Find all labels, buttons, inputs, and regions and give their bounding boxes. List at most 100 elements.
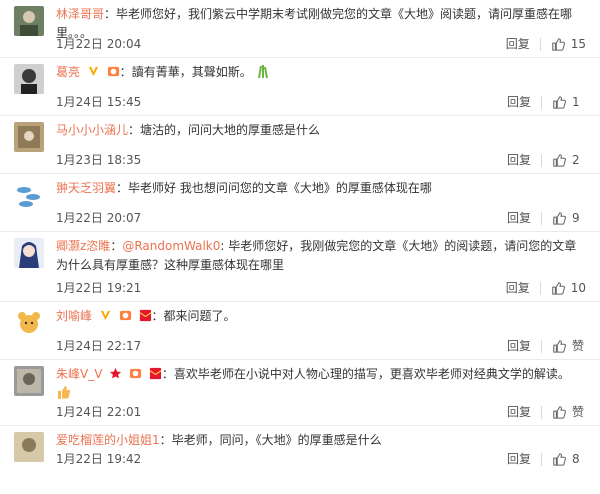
separator: ： bbox=[116, 181, 129, 195]
reply-button[interactable]: 回复 bbox=[507, 338, 531, 354]
like-button[interactable]: 2 bbox=[552, 152, 586, 168]
comment-actions: 回复 赞 bbox=[507, 338, 586, 354]
thumbs-up-icon bbox=[553, 212, 566, 225]
avatar[interactable] bbox=[14, 122, 44, 152]
verified-v-icon bbox=[100, 310, 110, 321]
reply-button[interactable]: 回复 bbox=[507, 451, 531, 467]
comment-text: 卿灏z恣睢：@RandomWalk0: 毕老师您好，我刚做完您的文章《大地》的阅… bbox=[56, 237, 580, 275]
timestamp: 1月24日 22:17 bbox=[56, 339, 142, 353]
star-icon bbox=[110, 367, 122, 379]
commenter-name[interactable]: 林泽哥哥 bbox=[56, 7, 104, 21]
reply-button[interactable]: 回复 bbox=[507, 404, 531, 420]
comment-actions: 回复 2 bbox=[507, 152, 586, 168]
timestamp: 1月22日 19:42 bbox=[56, 452, 142, 466]
comment-body: 毕老师您好，我们紫云中学期末考试刚做完您的文章《大地》阅读题，请问厚重感在哪里。… bbox=[56, 7, 573, 40]
commenter-name[interactable]: 刘喻峰 bbox=[56, 309, 92, 323]
reply-button[interactable]: 回复 bbox=[507, 94, 531, 110]
reply-button[interactable]: 回复 bbox=[507, 152, 531, 168]
like-button[interactable]: 赞 bbox=[552, 404, 586, 420]
verified-v-icon bbox=[88, 66, 98, 77]
like-count: 9 bbox=[572, 211, 580, 225]
comment-body: 讀有菁華，其聲如斯。 bbox=[131, 65, 252, 79]
separator: ： bbox=[119, 65, 132, 79]
comment-body: 毕老师，同问，《大地》的厚重感是什么 bbox=[171, 433, 382, 447]
commenter-name[interactable]: 葛亮 bbox=[56, 65, 80, 79]
separator: ： bbox=[110, 239, 123, 253]
thumbs-up-icon bbox=[553, 154, 566, 167]
separator: ： bbox=[151, 309, 164, 323]
like-button[interactable]: 赞 bbox=[552, 338, 586, 354]
thumbs-up-icon bbox=[553, 340, 566, 353]
commenter-name[interactable]: 爱吃榴莲的小姐姐1 bbox=[56, 433, 160, 447]
comment-text: 朱峰V_V ：喜欢毕老师在小说中对人物心理的描写，更喜欢毕老师对经典文学的解读。 bbox=[56, 365, 580, 403]
reply-button[interactable]: 回复 bbox=[506, 280, 530, 296]
commenter-name[interactable]: 朱峰V_V bbox=[56, 367, 102, 381]
thumbs-up-icon bbox=[553, 96, 566, 109]
divider bbox=[541, 339, 542, 353]
timestamp: 1月23日 18:35 bbox=[56, 153, 142, 167]
comment-text: 马小小小涵儿：塘沽的，问问大地的厚重感是什么 bbox=[56, 121, 580, 140]
mention-link[interactable]: @RandomWalk0 bbox=[122, 239, 220, 253]
divider bbox=[541, 95, 542, 109]
timestamp: 1月24日 22:01 bbox=[56, 405, 142, 419]
like-label: 赞 bbox=[572, 339, 585, 353]
comment-text: 葛亮 ：讀有菁華，其聲如斯。 bbox=[56, 63, 580, 82]
avatar[interactable] bbox=[14, 180, 44, 210]
like-count: 8 bbox=[572, 452, 580, 466]
commenter-name[interactable]: 马小小小涵儿 bbox=[56, 123, 128, 137]
comment-item: 林泽哥哥：毕老师您好，我们紫云中学期末考试刚做完您的文章《大地》阅读题，请问厚重… bbox=[0, 0, 600, 58]
comment-item: 马小小小涵儿：塘沽的，问问大地的厚重感是什么 1月23日 18:35 回复 2 bbox=[0, 116, 600, 174]
comment-text: 刘喻峰 ：都来问题了。 bbox=[56, 307, 580, 326]
like-count: 10 bbox=[570, 281, 586, 295]
divider bbox=[539, 281, 541, 295]
like-count: 1 bbox=[572, 95, 580, 109]
commenter-name[interactable]: 卿灏z恣睢 bbox=[56, 239, 110, 253]
vip-crown-icon bbox=[107, 66, 119, 77]
divider bbox=[539, 37, 541, 51]
timestamp: 1月24日 15:45 bbox=[56, 95, 142, 109]
avatar[interactable] bbox=[14, 64, 44, 94]
comment-item: 翀天乏羽翼：毕老师好 我也想问问您的文章《大地》的厚重感体现在哪 1月22日 2… bbox=[0, 174, 600, 232]
like-label: 赞 bbox=[572, 405, 585, 419]
comment-item: 刘喻峰 ：都来问题了。 1月24日 22:17 回复 赞 bbox=[0, 302, 600, 360]
thumbs-up-icon bbox=[551, 38, 565, 51]
comment-item: 爱吃榴莲的小姐姐1：毕老师，同问，《大地》的厚重感是什么 1月22日 19:42… bbox=[0, 426, 600, 472]
separator: ： bbox=[161, 367, 174, 381]
reply-button[interactable]: 回复 bbox=[506, 36, 530, 52]
like-button[interactable]: 8 bbox=[552, 451, 586, 467]
comment-actions: 回复 10 bbox=[506, 280, 586, 296]
commenter-name[interactable]: 翀天乏羽翼 bbox=[56, 181, 116, 195]
comment-item: 葛亮 ：讀有菁華，其聲如斯。 1月24日 15:45 回复 1 bbox=[0, 58, 600, 116]
vip-crown-icon bbox=[119, 310, 131, 321]
vip-crown-icon bbox=[130, 368, 142, 379]
reply-button[interactable]: 回复 bbox=[507, 210, 531, 226]
timestamp: 1月22日 19:21 bbox=[56, 281, 142, 295]
avatar[interactable] bbox=[14, 308, 44, 338]
thumbs-up-icon bbox=[551, 282, 565, 295]
comment-body: 都来问题了。 bbox=[163, 309, 236, 323]
divider bbox=[541, 153, 542, 167]
avatar[interactable] bbox=[14, 238, 44, 268]
comment-item: 朱峰V_V ：喜欢毕老师在小说中对人物心理的描写，更喜欢毕老师对经典文学的解读。… bbox=[0, 360, 600, 426]
like-button[interactable]: 10 bbox=[551, 280, 586, 296]
avatar[interactable] bbox=[14, 366, 44, 396]
comment-actions: 回复 8 bbox=[507, 451, 586, 467]
divider bbox=[541, 211, 542, 225]
separator: ： bbox=[128, 123, 141, 137]
separator: ： bbox=[159, 433, 172, 447]
thumbs-up-icon bbox=[553, 453, 566, 466]
red-packet-icon bbox=[139, 309, 151, 322]
comment-body: 喜欢毕老师在小说中对人物心理的描写，更喜欢毕老师对经典文学的解读。 bbox=[173, 367, 570, 381]
comment-actions: 回复 1 bbox=[507, 94, 586, 110]
plant-emoji-icon bbox=[257, 65, 268, 79]
comment-actions: 回复 9 bbox=[507, 210, 586, 226]
avatar[interactable] bbox=[14, 432, 44, 462]
like-count: 15 bbox=[570, 37, 586, 51]
like-button[interactable]: 15 bbox=[551, 36, 586, 52]
like-button[interactable]: 1 bbox=[552, 94, 586, 110]
like-button[interactable]: 9 bbox=[552, 210, 586, 226]
like-count: 2 bbox=[572, 153, 580, 167]
comment-body: 毕老师好 我也想问问您的文章《大地》的厚重感体现在哪 bbox=[128, 181, 432, 195]
divider bbox=[541, 405, 542, 419]
avatar[interactable] bbox=[14, 6, 44, 36]
